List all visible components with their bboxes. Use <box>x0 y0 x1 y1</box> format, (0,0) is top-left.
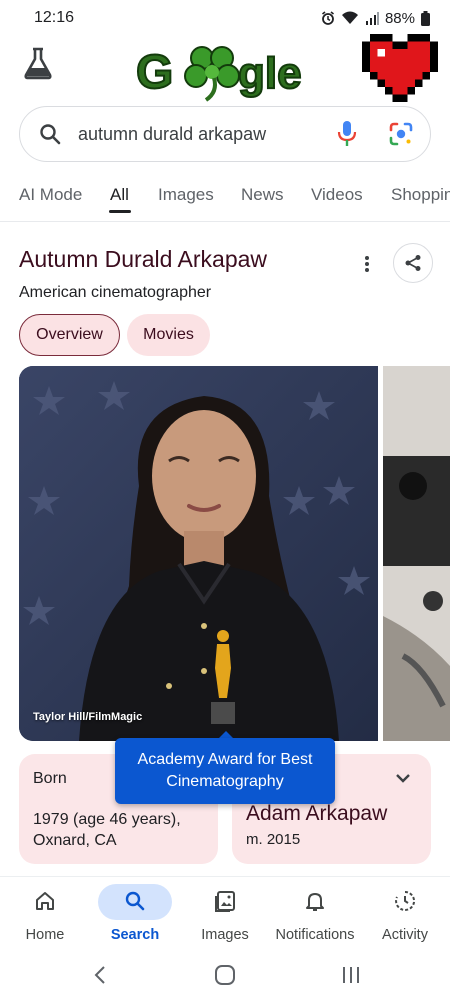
camera-operator-photo <box>383 366 450 741</box>
bell-icon <box>306 893 324 911</box>
tab-shopping[interactable]: Shoppin <box>391 185 450 205</box>
award-tooltip[interactable]: Academy Award for Best Cinematography <box>115 738 335 804</box>
entity-photo-main[interactable]: Taylor Hill/FilmMagic <box>19 366 378 741</box>
tab-images[interactable]: Images <box>158 185 214 205</box>
back-icon[interactable] <box>92 963 108 987</box>
system-navigation-bar <box>0 954 450 1000</box>
nav-activity-label: Activity <box>382 927 428 943</box>
search-tabs: AI Mode All Images News Videos Shoppin <box>0 172 450 222</box>
born-label: Born <box>33 770 67 787</box>
share-icon <box>405 255 421 271</box>
nav-notifications[interactable]: Notifications <box>270 877 360 955</box>
entity-photo-secondary[interactable] <box>383 366 450 741</box>
mic-icon[interactable] <box>336 120 358 148</box>
home-button-icon[interactable] <box>214 963 236 987</box>
tab-all[interactable]: All <box>110 185 129 205</box>
tab-news[interactable]: News <box>241 185 284 205</box>
tab-ai-mode[interactable]: AI Mode <box>19 185 82 205</box>
spouse-marriage-year: m. 2015 <box>246 831 301 848</box>
home-icon <box>36 892 54 910</box>
google-doodle-logo[interactable]: G gle <box>134 36 318 104</box>
pixel-heart-icon[interactable] <box>360 34 440 102</box>
images-icon <box>215 891 235 912</box>
battery-percent: 88% <box>384 9 415 27</box>
image-credit: Taylor Hill/FilmMagic <box>33 711 143 723</box>
spouse-name[interactable]: Adam Arkapaw <box>246 802 387 826</box>
alarm-icon <box>321 11 334 25</box>
nav-notifications-label: Notifications <box>275 927 355 943</box>
chip-overview[interactable]: Overview <box>19 314 120 356</box>
chevron-down-icon[interactable] <box>395 772 411 784</box>
bottom-navigation: Home Search Images Notifications Activit… <box>0 876 450 954</box>
chip-movies[interactable]: Movies <box>127 314 210 356</box>
portrait-photo <box>19 366 378 741</box>
status-icons: 88% <box>321 10 430 27</box>
recents-icon[interactable] <box>340 963 362 987</box>
share-button[interactable] <box>393 243 433 283</box>
nav-images[interactable]: Images <box>180 877 270 955</box>
born-value: 1979 (age 46 years), Oxnard, CA <box>33 811 181 849</box>
svg-text:G: G <box>136 46 173 99</box>
signal-icon <box>365 12 379 25</box>
status-time: 12:16 <box>34 9 75 26</box>
search-icon <box>125 891 145 911</box>
battery-icon <box>421 10 430 26</box>
search-input[interactable]: autumn durald arkapaw <box>78 124 336 145</box>
more-options-icon[interactable] <box>358 254 376 274</box>
nav-home[interactable]: Home <box>0 877 90 955</box>
app-header: G gle <box>0 34 450 104</box>
tab-active-indicator <box>109 210 131 213</box>
nav-search-label: Search <box>110 927 160 943</box>
nav-images-label: Images <box>201 927 249 943</box>
nav-search[interactable]: Search <box>90 877 180 955</box>
activity-icon <box>395 890 416 911</box>
flask-icon[interactable] <box>22 46 54 80</box>
oscar-statuette-icon <box>211 630 235 724</box>
search-bar[interactable]: autumn durald arkapaw <box>19 106 431 162</box>
wifi-icon <box>341 11 358 24</box>
lens-icon[interactable] <box>388 121 414 147</box>
entity-subtitle: American cinematographer <box>19 284 212 301</box>
status-bar: 12:16 88% <box>0 0 450 36</box>
nav-activity[interactable]: Activity <box>360 877 450 955</box>
tab-videos[interactable]: Videos <box>311 185 363 205</box>
search-icon <box>40 124 61 145</box>
svg-text:gle: gle <box>238 49 302 98</box>
entity-title: Autumn Durald Arkapaw <box>19 246 268 272</box>
nav-home-label: Home <box>25 927 65 943</box>
